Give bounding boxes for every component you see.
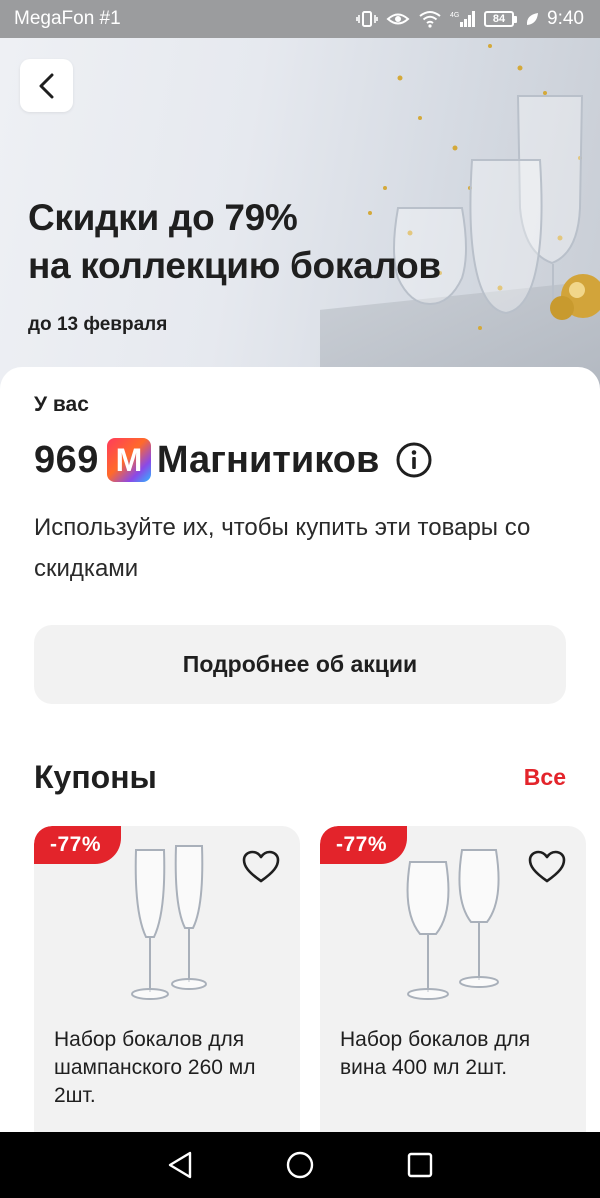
points-value: 969 <box>34 438 99 481</box>
clock: 9:40 <box>547 8 584 29</box>
eye-icon <box>386 13 410 25</box>
status-bar: MegaFon #1 4G 84 9:40 <box>0 0 600 38</box>
content-sheet: У вас 969 М Магнитиков Используйте их, ч… <box>0 367 600 1166</box>
battery-level: 84 <box>484 11 515 27</box>
carrier-name: MegaFon #1 <box>14 8 121 29</box>
signal-icon: 4G <box>450 11 476 27</box>
coupon-product-name: Набор бокалов для шампанского 260 мл 2шт… <box>54 1028 256 1107</box>
see-all-link[interactable]: Все <box>524 764 566 791</box>
banner-date: до 13 февраля <box>28 314 168 335</box>
wifi-icon <box>419 11 441 28</box>
square-recents-icon[interactable] <box>406 1151 434 1179</box>
magnit-logo-icon: М <box>106 438 151 482</box>
champagne-glasses-image <box>131 845 207 1000</box>
points-description: Используйте их, чтобы купить эти товары … <box>34 514 531 582</box>
circle-home-icon[interactable] <box>285 1150 315 1180</box>
triangle-back-icon[interactable] <box>166 1150 194 1180</box>
heart-outline-icon[interactable] <box>242 850 280 889</box>
coupons-header: Купоны Все <box>34 757 566 797</box>
chevron-left-icon <box>39 73 53 98</box>
promo-banner: Скидки до 79% на коллекцию бокалов до 13… <box>0 38 600 398</box>
coupon-product-name: Набор бокалов для вина 400 мл 2шт. <box>340 1028 531 1079</box>
promo-details-button[interactable]: Подробнее об акции <box>34 625 566 704</box>
leaf-icon <box>526 13 539 25</box>
heart-outline-icon[interactable] <box>528 850 566 889</box>
svg-text:4G: 4G <box>450 12 459 19</box>
points-label: Магнитиков <box>156 438 380 481</box>
back-button[interactable] <box>20 59 73 112</box>
coupons-title: Купоны <box>34 758 157 795</box>
banner-title: Скидки до 79% на коллекцию бокалов <box>28 197 441 286</box>
system-nav-bar <box>0 1132 600 1198</box>
battery-indicator: 84 <box>484 11 518 27</box>
status-icons: 4G 84 9:40 <box>356 8 584 30</box>
info-circle-icon[interactable] <box>395 441 433 479</box>
vibrate-icon <box>356 11 378 27</box>
coupon-card[interactable]: -77% Набор бокалов для шампанского 260 м… <box>34 826 300 1166</box>
points-balance: 969 М Магнитиков <box>34 435 433 485</box>
points-intro: У вас <box>34 393 89 416</box>
coupon-card[interactable]: -77% Набор бокалов для вина 400 мл 2шт. <box>320 826 586 1166</box>
wine-glasses-image <box>406 849 500 1000</box>
